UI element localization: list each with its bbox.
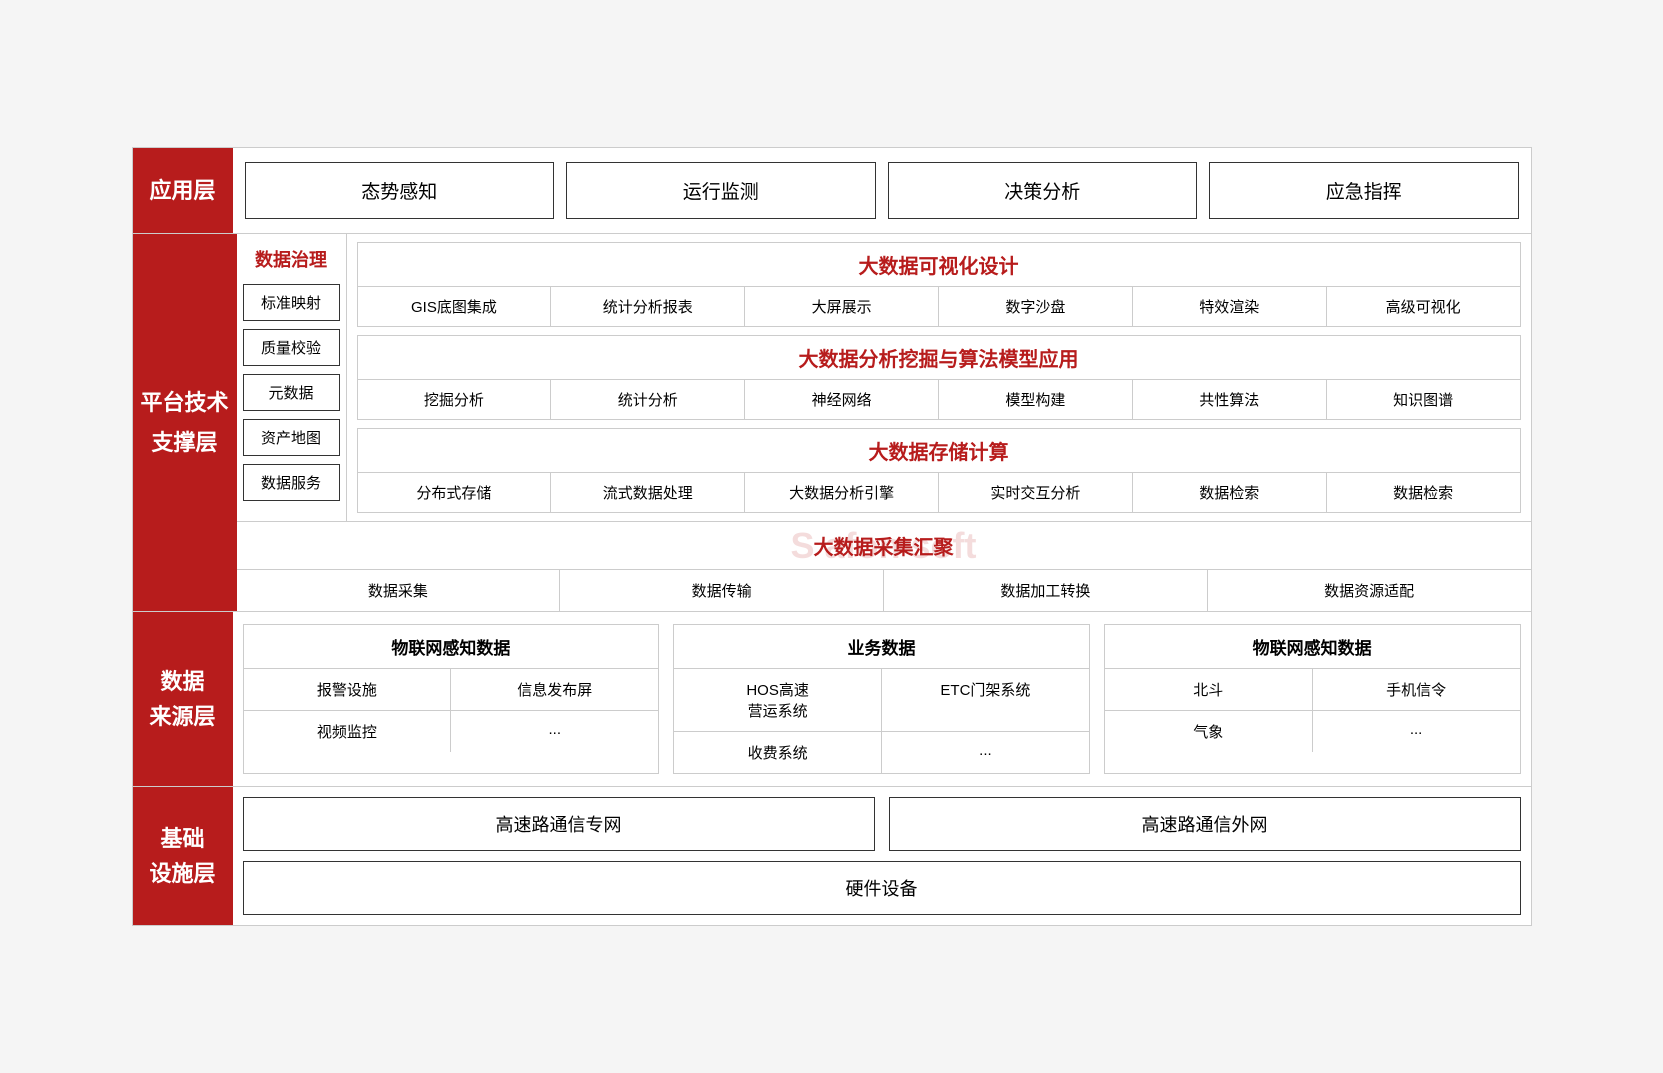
- ana-item-0: 挖掘分析: [358, 380, 552, 419]
- ana-item-3: 模型构建: [939, 380, 1133, 419]
- visualization-block: 大数据可视化设计 GIS底图集成 统计分析报表 大屏展示 数字沙盘 特效渲染 高…: [357, 242, 1521, 327]
- datasource-rows-2: 北斗 手机信令 气象 ...: [1105, 669, 1520, 752]
- ana-item-5: 知识图谱: [1327, 380, 1520, 419]
- storage-block: 大数据存储计算 分布式存储 流式数据处理 大数据分析引擎 实时交互分析 数据检索…: [357, 428, 1521, 513]
- datasource-row-21: 气象 ...: [1105, 711, 1520, 752]
- col-item-0: 数据采集: [237, 570, 561, 611]
- sto-item-1: 流式数据处理: [551, 473, 745, 512]
- vis-item-1: 统计分析报表: [551, 287, 745, 326]
- ds-cell-011: ...: [451, 711, 658, 752]
- ds-cell-100: HOS高速 营运系统: [674, 669, 882, 731]
- datasource-group-title-0: 物联网感知数据: [244, 625, 659, 669]
- ds-cell-110: 收费系统: [674, 732, 882, 773]
- datasource-row-10: HOS高速 营运系统 ETC门架系统: [674, 669, 1089, 732]
- col-item-1: 数据传输: [560, 570, 884, 611]
- vis-item-2: 大屏展示: [745, 287, 939, 326]
- datasource-row-01: 视频监控 ...: [244, 711, 659, 752]
- analytics-title: 大数据分析挖掘与算法模型应用: [358, 336, 1520, 380]
- datasource-rows-0: 报警设施 信息发布屏 视频监控 ...: [244, 669, 659, 752]
- storage-items: 分布式存储 流式数据处理 大数据分析引擎 实时交互分析 数据检索 数据检索: [358, 473, 1520, 512]
- ds-cell-001: 信息发布屏: [451, 669, 658, 710]
- collection-title: 大数据采集汇聚 S afon soft: [237, 522, 1531, 570]
- ds-cell-200: 北斗: [1105, 669, 1313, 710]
- ds-cell-010: 视频监控: [244, 711, 452, 752]
- gov-item-0: 标准映射: [243, 284, 340, 321]
- app-layer-row: 应用层 态势感知 运行监测 决策分析 应急指挥: [133, 148, 1531, 234]
- vis-item-3: 数字沙盘: [939, 287, 1133, 326]
- datasource-row-20: 北斗 手机信令: [1105, 669, 1520, 711]
- platform-layer-row: 平台技术 支撑层 数据治理 标准映射 质量校验 元数据 资产地图 数据服务 大数…: [133, 234, 1531, 612]
- app-item-0: 态势感知: [245, 162, 555, 219]
- infra-hardware: 硬件设备: [243, 861, 1521, 915]
- analytics-items: 挖掘分析 统计分析 神经网络 模型构建 共性算法 知识图谱: [358, 380, 1520, 419]
- datasource-layer-row: 数据 来源层 物联网感知数据 报警设施 信息发布屏 视频监控 ...: [133, 612, 1531, 787]
- visualization-title: 大数据可视化设计: [358, 243, 1520, 287]
- vis-item-4: 特效渲染: [1133, 287, 1327, 326]
- datasource-group-2: 物联网感知数据 北斗 手机信令 气象 ...: [1104, 624, 1521, 774]
- platform-layer-label: 平台技术 支撑层: [133, 234, 237, 611]
- vis-item-0: GIS底图集成: [358, 287, 552, 326]
- platform-inner: 数据治理 标准映射 质量校验 元数据 资产地图 数据服务 大数据可视化设计 GI…: [237, 234, 1531, 521]
- datasource-group-1: 业务数据 HOS高速 营运系统 ETC门架系统 收费系统 ...: [673, 624, 1090, 774]
- col-item-3: 数据资源适配: [1208, 570, 1531, 611]
- datasource-row-11: 收费系统 ...: [674, 732, 1089, 773]
- collection-items: 数据采集 数据传输 数据加工转换 数据资源适配: [237, 570, 1531, 611]
- gov-item-4: 数据服务: [243, 464, 340, 501]
- datasource-layer-label: 数据 来源层: [133, 612, 233, 786]
- sto-item-3: 实时交互分析: [939, 473, 1133, 512]
- sto-item-5: 数据检索: [1327, 473, 1520, 512]
- app-item-3: 应急指挥: [1209, 162, 1519, 219]
- infra-network-1: 高速路通信外网: [889, 797, 1521, 851]
- ds-cell-111: ...: [882, 732, 1089, 773]
- platform-layer-content: 数据治理 标准映射 质量校验 元数据 资产地图 数据服务 大数据可视化设计 GI…: [237, 234, 1531, 611]
- governance-title: 数据治理: [255, 242, 327, 278]
- platform-right-panels: 大数据可视化设计 GIS底图集成 统计分析报表 大屏展示 数字沙盘 特效渲染 高…: [347, 234, 1531, 521]
- datasource-group-0: 物联网感知数据 报警设施 信息发布屏 视频监控 ...: [243, 624, 660, 774]
- ana-item-1: 统计分析: [551, 380, 745, 419]
- datasource-group-title-1: 业务数据: [674, 625, 1089, 669]
- datasource-group-title-2: 物联网感知数据: [1105, 625, 1520, 669]
- visualization-items: GIS底图集成 统计分析报表 大屏展示 数字沙盘 特效渲染 高级可视化: [358, 287, 1520, 326]
- app-layer-content: 态势感知 运行监测 决策分析 应急指挥: [233, 148, 1531, 233]
- sto-item-0: 分布式存储: [358, 473, 552, 512]
- gov-item-3: 资产地图: [243, 419, 340, 456]
- infra-network-0: 高速路通信专网: [243, 797, 875, 851]
- gov-item-1: 质量校验: [243, 329, 340, 366]
- storage-title: 大数据存储计算: [358, 429, 1520, 473]
- infra-layer-row: 基础 设施层 高速路通信专网 高速路通信外网 硬件设备: [133, 787, 1531, 925]
- app-item-2: 决策分析: [888, 162, 1198, 219]
- col-item-2: 数据加工转换: [884, 570, 1208, 611]
- data-governance-column: 数据治理 标准映射 质量校验 元数据 资产地图 数据服务: [237, 234, 347, 521]
- datasource-row-00: 报警设施 信息发布屏: [244, 669, 659, 711]
- datasource-rows-1: HOS高速 营运系统 ETC门架系统 收费系统 ...: [674, 669, 1089, 773]
- ana-item-4: 共性算法: [1133, 380, 1327, 419]
- ds-cell-101: ETC门架系统: [882, 669, 1089, 731]
- sto-item-4: 数据检索: [1133, 473, 1327, 512]
- ana-item-2: 神经网络: [745, 380, 939, 419]
- infra-networks-row: 高速路通信专网 高速路通信外网: [243, 797, 1521, 851]
- architecture-diagram: 应用层 态势感知 运行监测 决策分析 应急指挥 平台技术 支撑层 数据治理 标准…: [132, 147, 1532, 926]
- ds-cell-210: 气象: [1105, 711, 1313, 752]
- infra-content: 高速路通信专网 高速路通信外网 硬件设备: [233, 787, 1531, 925]
- app-layer-label: 应用层: [133, 148, 233, 233]
- vis-item-5: 高级可视化: [1327, 287, 1520, 326]
- analytics-block: 大数据分析挖掘与算法模型应用 挖掘分析 统计分析 神经网络 模型构建 共性算法 …: [357, 335, 1521, 420]
- ds-cell-201: 手机信令: [1313, 669, 1520, 710]
- app-item-1: 运行监测: [566, 162, 876, 219]
- gov-item-2: 元数据: [243, 374, 340, 411]
- infra-layer-label: 基础 设施层: [133, 787, 233, 925]
- datasource-content: 物联网感知数据 报警设施 信息发布屏 视频监控 ... 业务数据: [233, 612, 1531, 786]
- collection-block: 大数据采集汇聚 S afon soft 数据采集 数据传输 数据加工转换 数据资…: [237, 521, 1531, 611]
- ds-cell-000: 报警设施: [244, 669, 452, 710]
- sto-item-2: 大数据分析引擎: [745, 473, 939, 512]
- ds-cell-211: ...: [1313, 711, 1520, 752]
